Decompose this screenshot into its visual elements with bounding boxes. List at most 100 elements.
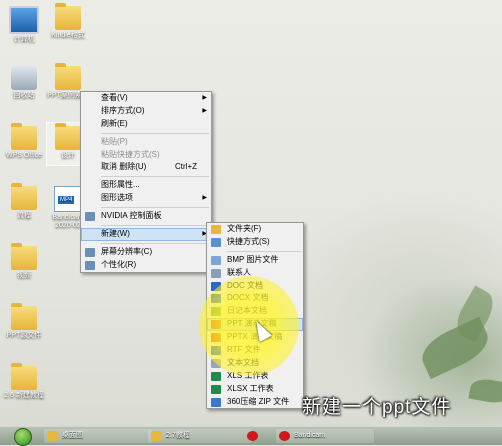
menu-separator (101, 207, 209, 209)
bmp-icon (211, 255, 221, 265)
menu-item[interactable]: 快捷方式(S) (207, 236, 303, 249)
personalize-icon (85, 260, 95, 270)
menu-item-label: RTF 文件 (227, 345, 261, 355)
folder-icon (151, 431, 162, 441)
ppt-icon (211, 320, 221, 330)
pptx-icon (211, 333, 221, 343)
menu-item[interactable]: 刷新(E) (81, 118, 211, 131)
menu-item-label: 取消 删除(U) (101, 162, 147, 172)
desktop-icon[interactable]: Kindle格式 (46, 3, 90, 40)
contact-icon (211, 268, 221, 278)
taskbar-item[interactable]: Bandicam (276, 429, 374, 443)
menu-item-label: 粘贴(P) (101, 136, 128, 146)
submenu-arrow-icon: ▶ (202, 95, 207, 101)
menu-item-label: 图形选项 (101, 193, 133, 203)
menu-item[interactable]: 新建(W) ▶ (81, 228, 211, 241)
desktop-icon-label: Kindle格式 (51, 32, 85, 39)
menu-separator (227, 250, 301, 252)
desktop-icon-label: 回收站 (13, 92, 35, 99)
menu-item-label: 图形属性... (101, 180, 140, 190)
desktop-icon[interactable]: 流程 (2, 183, 46, 220)
folder-icon (11, 243, 37, 270)
taskbar: 桌面图 2.7教程 Bandicam (0, 426, 502, 446)
desktop-icon-label: 视频 (17, 272, 31, 279)
menu-item[interactable]: 联系人 (207, 267, 303, 280)
menu-item-label: 文件夹(F) (227, 224, 262, 233)
menu-item[interactable]: 屏幕分辨率(C) (81, 246, 211, 259)
menu-item[interactable]: DOC 文档 (207, 280, 303, 293)
video-caption: 新建一个ppt文件 (302, 397, 452, 418)
menu-separator (101, 225, 209, 227)
menu-item-label: XLS 工作表 (227, 370, 269, 380)
folder-icon (11, 183, 37, 210)
folder-icon (55, 63, 81, 90)
menu-item[interactable]: 文本文档 (207, 357, 303, 370)
folder-icon (11, 303, 37, 330)
menu-item[interactable]: DOCX 文档 (207, 292, 303, 305)
start-button[interactable] (14, 428, 32, 446)
record-icon (279, 431, 290, 441)
taskbar-item[interactable]: 桌面图 (44, 429, 152, 443)
taskbar-item-label: 桌面图 (62, 432, 83, 439)
new-submenu: 文件夹(F) 快捷方式(S) BMP 图片文件 联系人 DOC 文档 DOCX 文档 日记本… (206, 222, 304, 410)
menu-item[interactable]: 排序方式(O) ▶ (81, 105, 211, 118)
desktop-icon-label: 设计 (61, 152, 75, 159)
folder-icon (11, 363, 37, 390)
menu-item[interactable]: 图形选项 ▶ (81, 192, 211, 205)
menu-item-label: 屏幕分辨率(C) (101, 246, 153, 256)
menu-separator (101, 132, 209, 134)
txt-icon (211, 358, 221, 368)
menu-item-label: 新建(W) (101, 229, 130, 239)
desktop-icon[interactable]: WPS Office (2, 123, 46, 160)
recycle-bin-icon (11, 66, 37, 90)
menu-item[interactable]: 查看(V) ▶ (81, 92, 211, 105)
menu-item-label: 排序方式(O) (101, 105, 145, 115)
menu-item[interactable]: 粘贴快捷方式(S) (81, 149, 211, 162)
xlsx-icon (211, 384, 221, 394)
folder-icon (55, 3, 81, 30)
menu-shortcut: Ctrl+Z (175, 162, 197, 172)
menu-item[interactable]: BMP 图片文件 (207, 254, 303, 267)
menu-item-label: 360压缩 ZIP 文件 (227, 396, 290, 406)
menu-item[interactable]: 个性化(R) (81, 259, 211, 272)
menu-item[interactable]: 图形属性... (81, 179, 211, 192)
menu-item-label: 个性化(R) (101, 259, 137, 269)
menu-item[interactable]: RTF 文件 (207, 344, 303, 357)
menu-item[interactable]: 日记本文档 (207, 305, 303, 318)
desktop-icon[interactable]: 计算机 (2, 6, 46, 44)
menu-item-label: BMP 图片文件 (227, 254, 279, 264)
computer-icon (9, 6, 39, 34)
menu-item-label: 快捷方式(S) (227, 236, 270, 246)
taskbar-item[interactable]: 2.7教程 (148, 429, 252, 443)
menu-item[interactable]: XLS 工作表 (207, 370, 303, 383)
menu-item[interactable]: 粘贴(P) (81, 136, 211, 149)
menu-item-label: 查看(V) (101, 93, 128, 102)
menu-item-label: 粘贴快捷方式(S) (101, 149, 160, 159)
menu-item-label: 文本文档 (227, 357, 259, 367)
menu-item[interactable]: 文件夹(F) (207, 223, 303, 236)
desktop-icon[interactable]: 2.6 新建教程 (2, 363, 46, 400)
plant-leaf (468, 376, 502, 406)
nvidia-icon (85, 212, 95, 222)
menu-item-label: 联系人 (227, 267, 251, 277)
desktop-icon[interactable]: 回收站 (2, 66, 46, 100)
desktop-icon[interactable]: 视频 (2, 243, 46, 280)
desktop-icon-label: Bandicam 2020-02 (52, 214, 84, 229)
folder-icon (55, 123, 81, 150)
rtf-icon (211, 346, 221, 356)
taskbar-item-label: 2.7教程 (166, 432, 190, 439)
menu-item[interactable]: XLSX 工作表 (207, 383, 303, 396)
taskbar-item-label: Bandicam (294, 432, 326, 439)
menu-item[interactable]: 360压缩 ZIP 文件 (207, 396, 303, 409)
record-icon (247, 431, 258, 441)
menu-item-label: XLSX 工作表 (227, 383, 274, 393)
menu-item-label: NVIDIA 控制面板 (101, 211, 162, 221)
menu-item-label: 刷新(E) (101, 118, 128, 128)
menu-item[interactable]: NVIDIA 控制面板 (81, 210, 211, 223)
doc-icon (211, 281, 221, 291)
submenu-arrow-icon: ▶ (202, 195, 207, 202)
menu-item[interactable]: 取消 删除(U) Ctrl+Z (81, 161, 211, 174)
desktop-context-menu: 查看(V) ▶ 排序方式(O) ▶ 刷新(E) 粘贴(P) 粘贴快捷方式(S) 取消 删除(U… (80, 91, 212, 273)
desktop-icon[interactable]: PPT源文件 (2, 303, 46, 340)
zip-icon (211, 397, 221, 407)
